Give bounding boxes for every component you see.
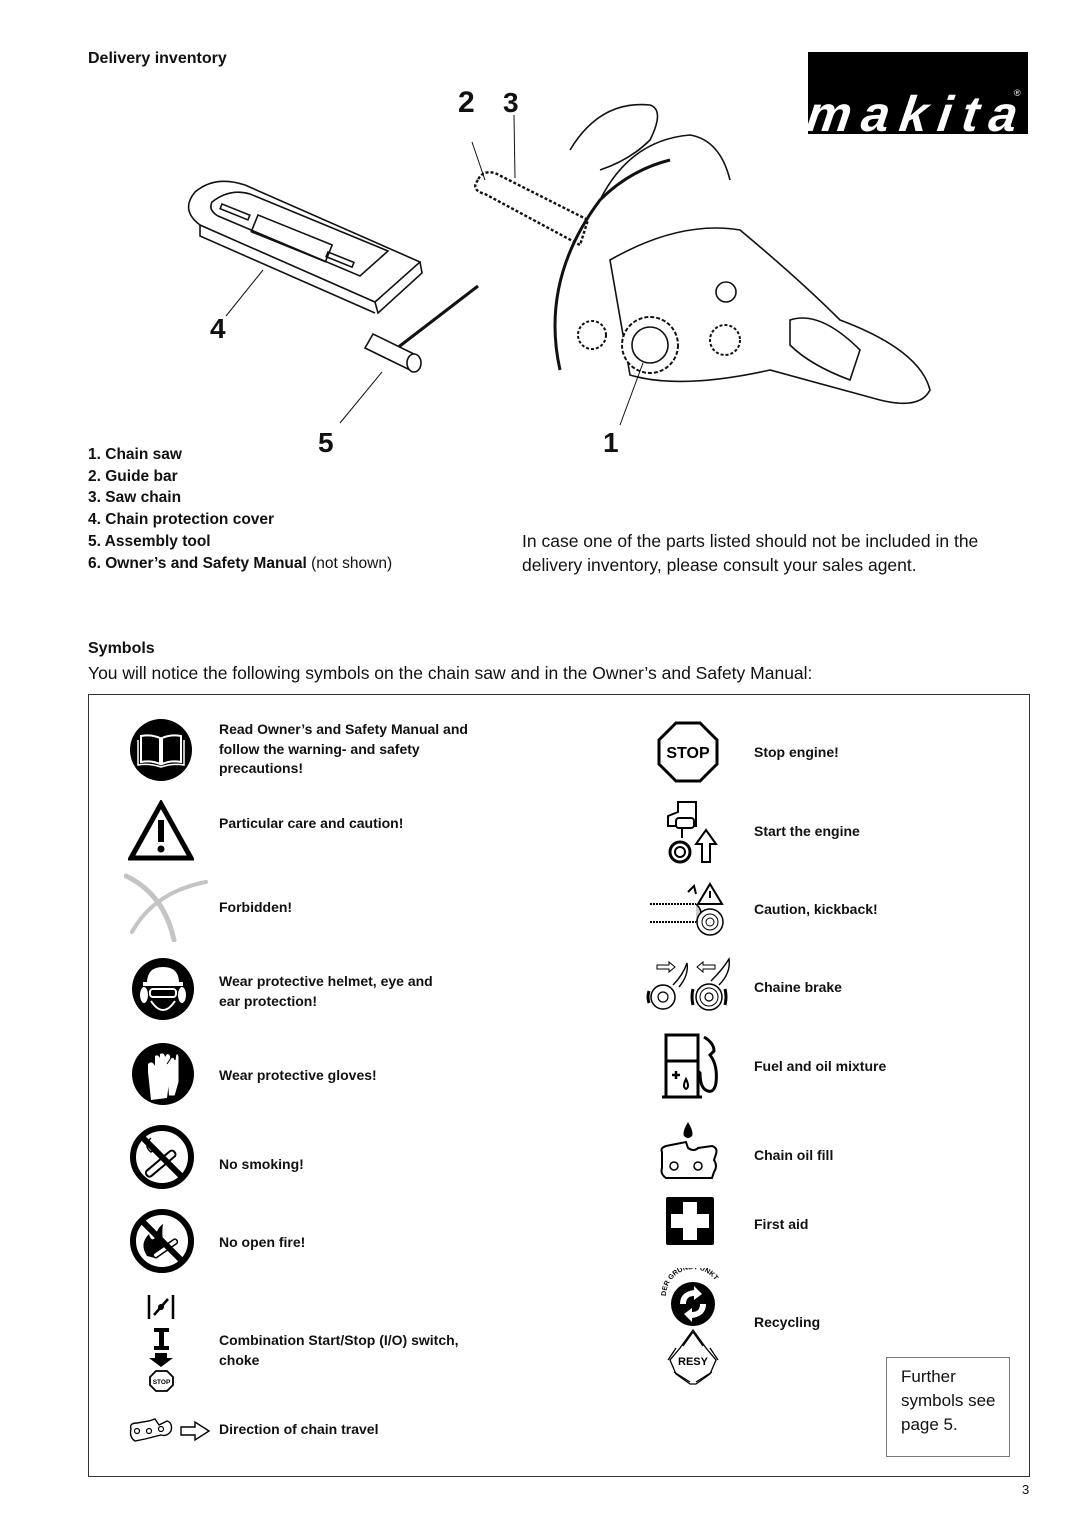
delivery-illustration: 2 3 4 5 1: [160, 80, 950, 460]
not-shown-note: (not shown): [311, 554, 393, 572]
symbol-label: Chain oil fill: [754, 1147, 834, 1163]
inventory-item: 5. Assembly tool: [88, 532, 211, 550]
fuel-pump-icon: [660, 1033, 724, 1106]
start-engine-icon: [666, 800, 720, 871]
section-title-symbols: Symbols: [88, 640, 155, 657]
no-open-fire-icon: [129, 1208, 195, 1279]
svg-text:STOP: STOP: [666, 745, 710, 762]
chain-protection-cover-drawing: [187, 180, 423, 317]
symbol-label: Fuel and oil mixture: [754, 1058, 887, 1074]
symbol-label: Combination Start/Stop (I/O) switch, cho…: [219, 1332, 459, 1368]
callout-1: 1: [603, 427, 619, 458]
symbol-label: No smoking!: [219, 1156, 304, 1172]
svg-text:RESY: RESY: [678, 1356, 709, 1368]
callout-4: 4: [210, 313, 226, 344]
symbol-label: Start the engine: [754, 823, 860, 839]
symbols-intro: You will notice the following symbols on…: [88, 663, 813, 683]
callout-2: 2: [458, 86, 475, 119]
inventory-item: 1. Chain saw: [88, 446, 182, 463]
forbidden-cross-icon: [123, 872, 208, 947]
inventory-list: 1. Chain saw 2. Guide bar 3. Saw chain 4…: [88, 444, 392, 574]
svg-text:STOP: STOP: [153, 1379, 171, 1386]
symbol-label: Forbidden!: [219, 899, 293, 915]
further-symbols-note: Further symbols see page 5.: [886, 1357, 1010, 1457]
symbol-label: First aid: [754, 1216, 809, 1232]
chain-oil-icon: [658, 1120, 720, 1187]
inventory-item: 6. Owner’s and Safety Manual (not shown): [88, 554, 393, 572]
warning-triangle-icon: [126, 798, 196, 867]
callout-3: 3: [503, 87, 519, 118]
section-title-delivery-inventory: Delivery inventory: [88, 50, 227, 67]
read-manual-icon: [129, 718, 193, 787]
gloves-icon: [131, 1042, 195, 1111]
chain-brake-icon: [643, 955, 733, 1016]
missing-parts-note: In case one of the parts listed should n…: [522, 531, 979, 575]
recycling-icon: DER GRÜNE PUNKT RESY: [660, 1264, 726, 1395]
symbol-label: Read Owner’s and Safety Manual and follo…: [219, 721, 468, 776]
chainsaw-drawing: [553, 103, 931, 426]
inventory-item: 4. Chain protection cover: [88, 511, 275, 529]
kickback-icon: [648, 882, 726, 943]
no-smoking-icon: [129, 1124, 195, 1195]
helmet-protection-icon: [131, 957, 195, 1026]
first-aid-icon: [666, 1197, 714, 1250]
symbol-label: Recycling: [754, 1314, 821, 1330]
symbol-label: Stop engine!: [754, 744, 839, 760]
symbol-label: Particular care and caution!: [219, 815, 404, 831]
inventory-item: 3. Saw chain: [88, 489, 182, 507]
symbol-label: No open fire!: [219, 1234, 306, 1250]
symbol-label: Chaine brake: [754, 979, 842, 995]
symbol-label: Direction of chain travel: [219, 1421, 379, 1437]
start-stop-choke-icon: STOP: [146, 1293, 182, 1398]
symbol-label: Caution, kickback!: [754, 901, 878, 917]
chain-direction-icon: [127, 1417, 217, 1450]
stop-sign-icon: STOP: [657, 721, 719, 788]
page-number: 3: [1022, 1482, 1030, 1497]
inventory-item: 2. Guide bar: [88, 467, 178, 485]
symbol-label: Wear protective gloves!: [219, 1067, 377, 1083]
guide-bar-drawing: [471, 114, 590, 247]
symbol-label: Wear protective helmet, eye and ear prot…: [219, 973, 433, 1009]
